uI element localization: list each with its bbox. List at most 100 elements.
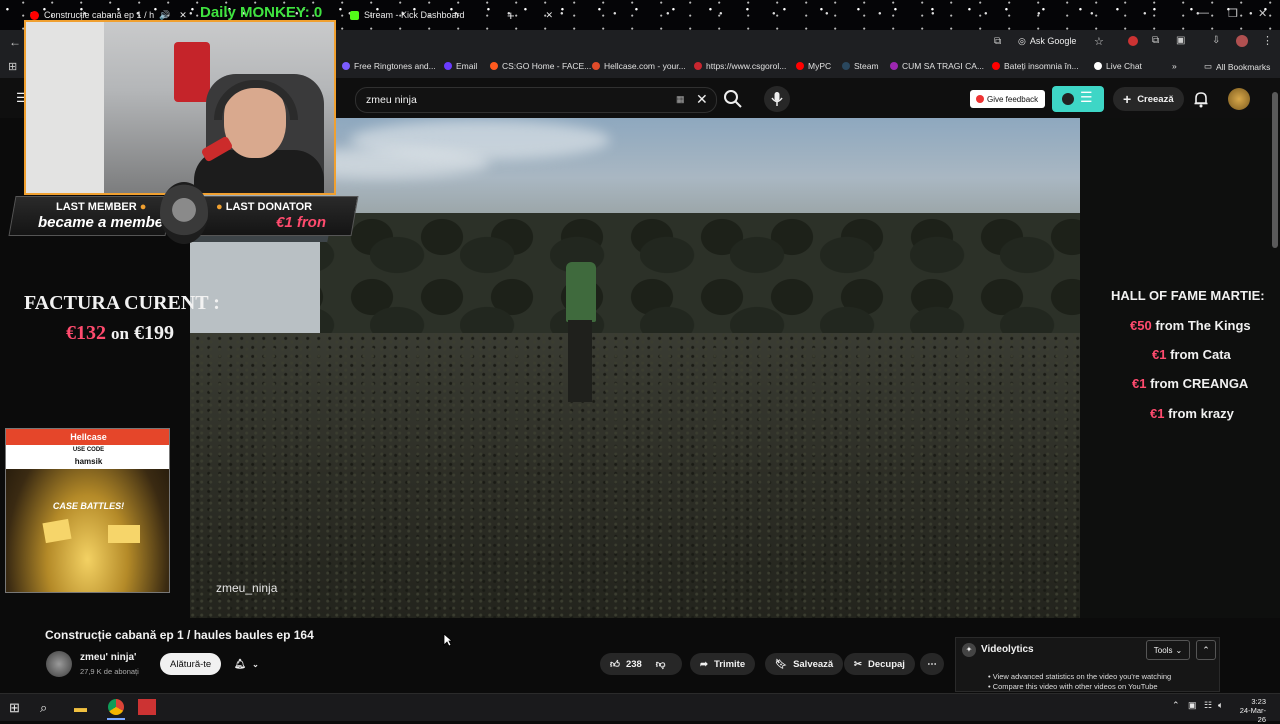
ask-google-button[interactable]: ◎ Ask Google <box>1018 36 1076 47</box>
star-icon[interactable]: ☆ <box>1094 35 1104 48</box>
windows-taskbar: ⊞ ⌕ ▬ ⌃ ▣ ☷ 🔈︎ 3:23 24-Mar-26 <box>0 693 1280 724</box>
tab-kick[interactable]: Stream - Kick Dashboard ✕ <box>350 4 553 26</box>
search-input[interactable]: zmeu ninja ▦ ✕ <box>355 87 717 113</box>
last-donator-sub: €1 fron <box>276 214 327 231</box>
menu-icon[interactable]: ⋮ <box>1262 34 1273 47</box>
video-title: Construcție cabană ep 1 / haules baules … <box>45 628 314 642</box>
back-icon[interactable]: ← <box>9 35 21 49</box>
apps-icon[interactable]: ⊞ <box>8 60 17 73</box>
list-icon: ☰ <box>1080 89 1093 105</box>
factura-total: €199 <box>133 322 174 344</box>
tools-label: Tools <box>1153 645 1173 655</box>
thumbs-down-icon[interactable]: 👎︎ <box>656 658 666 670</box>
chevron-down-icon: ⌄ <box>252 659 259 669</box>
account-avatar[interactable] <box>1228 88 1250 110</box>
profile-avatar[interactable] <box>1236 35 1248 47</box>
minimize-icon[interactable]: — <box>1198 7 1209 19</box>
notifications-bell-icon[interactable] <box>1192 90 1210 108</box>
bookmark-label: CS:GO Home - FACE... <box>502 61 592 71</box>
create-button[interactable]: + Creează <box>1113 87 1184 111</box>
clip-button[interactable]: ✂ Decupaj <box>844 653 915 675</box>
tab-label: Daily MONKEY: 0 <box>200 3 323 21</box>
bookmark-5[interactable]: MyPC <box>796 61 831 71</box>
page-scrollbar[interactable] <box>1272 92 1278 248</box>
person-jacket <box>566 262 596 322</box>
more-bookmarks-icon[interactable]: » <box>1172 61 1177 71</box>
bookmark-icon <box>444 62 452 70</box>
bookmark-label: Free Ringtones and... <box>354 61 436 71</box>
gorilla-mascot-icon <box>160 182 208 244</box>
more-actions-icon[interactable]: ⋯ <box>920 653 944 675</box>
extension-icon[interactable] <box>1128 36 1138 46</box>
create-label: Creează <box>1137 93 1174 105</box>
search-icon[interactable] <box>722 88 744 110</box>
microphone-icon[interactable] <box>764 86 790 112</box>
join-button[interactable]: Alătură-te <box>160 653 222 675</box>
subscribe-bell-button[interactable]: 🔔︎ ⌄ <box>230 653 263 675</box>
all-bookmarks[interactable]: ▭ All Bookmarks <box>1204 61 1270 72</box>
install-icon[interactable]: ⧉ <box>994 36 1001 47</box>
search-icon[interactable]: ⌕ <box>40 700 47 716</box>
case-icon <box>42 518 72 544</box>
collapse-icon[interactable]: ⌃ <box>1196 640 1216 660</box>
close-icon[interactable]: ✕ <box>546 10 554 21</box>
sidebar-icon[interactable]: ▣ <box>1176 35 1185 46</box>
webcam-feed <box>24 20 336 195</box>
tab-label: Stream - Kick Dashboard <box>364 10 465 20</box>
jersey-on-wall <box>174 42 210 102</box>
bookmark-0[interactable]: Free Ringtones and... <box>342 61 436 71</box>
channel-avatar[interactable] <box>46 651 72 677</box>
keyboard-icon[interactable]: ▦ <box>676 94 685 105</box>
clock-time: 3:23 <box>1251 697 1266 706</box>
chevron-down-icon: ⌄ <box>1175 645 1183 655</box>
hellcase-ad: Hellcase USE CODE hamsik CASE BATTLES! <box>5 428 170 593</box>
bookmark-7[interactable]: CUM SA TRAGI CA... <box>890 61 984 71</box>
bookmark-icon <box>796 62 804 70</box>
person-icon: ● <box>139 201 147 213</box>
bookmark-icon <box>490 62 498 70</box>
like-count[interactable]: 238 <box>626 659 642 670</box>
bookmark-9[interactable]: Live Chat <box>1094 61 1142 71</box>
bookmark-1[interactable]: Email <box>444 61 477 71</box>
new-tab-icon[interactable]: + <box>507 4 515 26</box>
downloads-icon[interactable]: ⇩ <box>1212 35 1220 46</box>
channel-name[interactable]: zmeu' ninja' <box>80 652 136 663</box>
app-icon[interactable] <box>138 699 156 715</box>
tools-dropdown[interactable]: Tools ⌄ <box>1146 640 1190 660</box>
share-button[interactable]: ➦ Trimite <box>690 653 756 675</box>
kick-icon <box>350 10 359 20</box>
save-button[interactable]: 🔖︎ Salvează <box>765 653 844 675</box>
bookmark-label: Hellcase.com - your... <box>604 61 686 71</box>
bookmark-label: MyPC <box>808 61 832 71</box>
close-icon[interactable]: ✕ <box>179 10 187 21</box>
close-window-icon[interactable]: ✕ <box>1258 7 1267 20</box>
case-battles-label: CASE BATTLES! <box>52 501 125 511</box>
speaker-icon[interactable]: 🔊 <box>159 10 170 21</box>
give-feedback-button[interactable]: Give feedback <box>970 90 1045 108</box>
videolytics-title: Videolytics <box>981 644 1034 655</box>
bookmark-2[interactable]: CS:GO Home - FACE... <box>490 61 591 71</box>
network-icon[interactable]: ☷ <box>1204 700 1212 711</box>
bookmark-8[interactable]: Bateți insomnia în... <box>992 61 1079 71</box>
clear-icon[interactable]: ✕ <box>696 91 708 108</box>
volume-icon[interactable]: 🔈︎ <box>1218 700 1223 711</box>
bookmark-4[interactable]: https://www.csgorol... <box>694 61 786 71</box>
maximize-icon[interactable]: ❐ <box>1228 7 1238 20</box>
extension-menu-button[interactable]: ☰ <box>1052 86 1104 112</box>
join-label: Alătură-te <box>170 658 212 670</box>
tray-icon[interactable]: ▣ <box>1188 700 1197 711</box>
bookmark-icon <box>992 62 1000 70</box>
bookmark-3[interactable]: Hellcase.com - your... <box>592 61 686 71</box>
extensions-icon[interactable]: ⧉ <box>1152 35 1159 46</box>
file-explorer-icon[interactable]: ▬ <box>74 700 87 715</box>
bookmark-6[interactable]: Steam <box>842 61 879 71</box>
thumbs-up-icon[interactable]: 👍︎ <box>610 658 620 670</box>
house <box>190 238 320 333</box>
right-overlay-area <box>1080 118 1280 618</box>
windows-start-icon[interactable]: ⊞ <box>9 700 20 716</box>
show-hidden-icons[interactable]: ⌃ <box>1172 700 1180 711</box>
give-feedback-label: Give feedback <box>987 94 1039 104</box>
chrome-icon[interactable] <box>108 699 124 715</box>
factura-current: €132 <box>66 322 106 344</box>
videolytics-panel: ✦ Videolytics Tools ⌄ ⌃ • View advanced s… <box>955 637 1220 692</box>
